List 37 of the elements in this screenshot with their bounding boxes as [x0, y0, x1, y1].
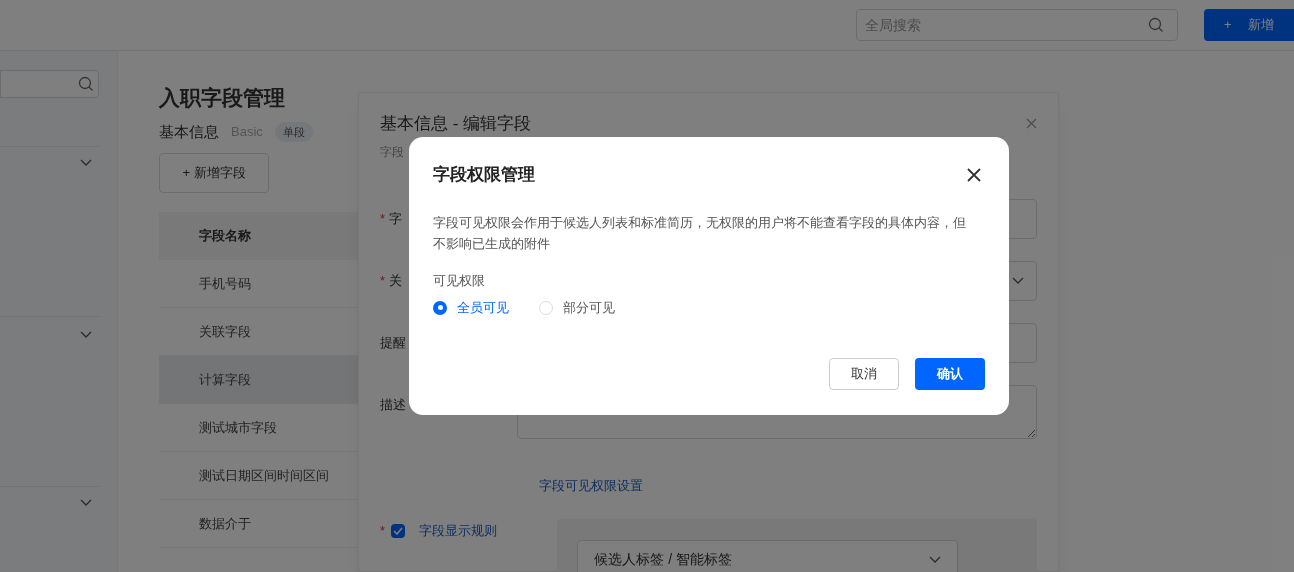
chevron-down-icon [80, 159, 92, 167]
dialog-description: 字段可见权限会作用于候选人列表和标准简历，无权限的用户将不能查看字段的具体内容，但不影响已生成的附件 [433, 213, 967, 253]
search-field[interactable] [0, 70, 99, 98]
required-mark: * [380, 521, 386, 540]
search-icon [1148, 17, 1164, 33]
drawer-title: 基本信息 - 编辑字段 [380, 113, 532, 135]
required-mark: * [380, 209, 386, 228]
section-title: 基本信息 [159, 121, 219, 142]
close-icon[interactable] [967, 167, 981, 182]
permission-link[interactable]: 字段可见权限设置 [539, 477, 643, 493]
field-label: 提醒 [380, 333, 406, 352]
visibility-label: 可见权限 [433, 271, 486, 290]
required-mark: * [380, 271, 386, 290]
search-icon [78, 76, 94, 92]
dialog-title: 字段权限管理 [433, 164, 535, 186]
chevron-down-icon [1012, 276, 1024, 285]
radio-button[interactable] [433, 300, 447, 315]
field-label: 关 [389, 271, 403, 290]
page-title: 入职字段管理 [159, 85, 286, 111]
table-row[interactable]: 计算字段 [159, 356, 359, 404]
radio-option[interactable]: 全员可见 [433, 298, 509, 318]
table-header: 字段名称 [159, 212, 359, 260]
checkbox-label: 字段显示规则 [419, 521, 498, 540]
new-button[interactable]: + 新增 [1204, 9, 1294, 41]
badge: 单段 [274, 121, 313, 142]
chevron-down-icon [80, 499, 92, 507]
confirm-button[interactable]: 确认 [915, 357, 985, 390]
field-label: 字 [389, 209, 403, 228]
radio-option[interactable]: 部分可见 [539, 298, 615, 318]
check-icon [393, 526, 404, 535]
field-label: 描述 [380, 395, 406, 414]
chevron-down-icon [80, 331, 92, 339]
cancel-button[interactable]: 取消 [829, 357, 899, 390]
checkbox[interactable] [391, 523, 406, 538]
add-field-button[interactable]: + 新增字段 [159, 153, 269, 193]
select-field[interactable]: 候选人标签 / 智能标签 [577, 539, 959, 572]
chevron-down-icon [929, 555, 942, 564]
